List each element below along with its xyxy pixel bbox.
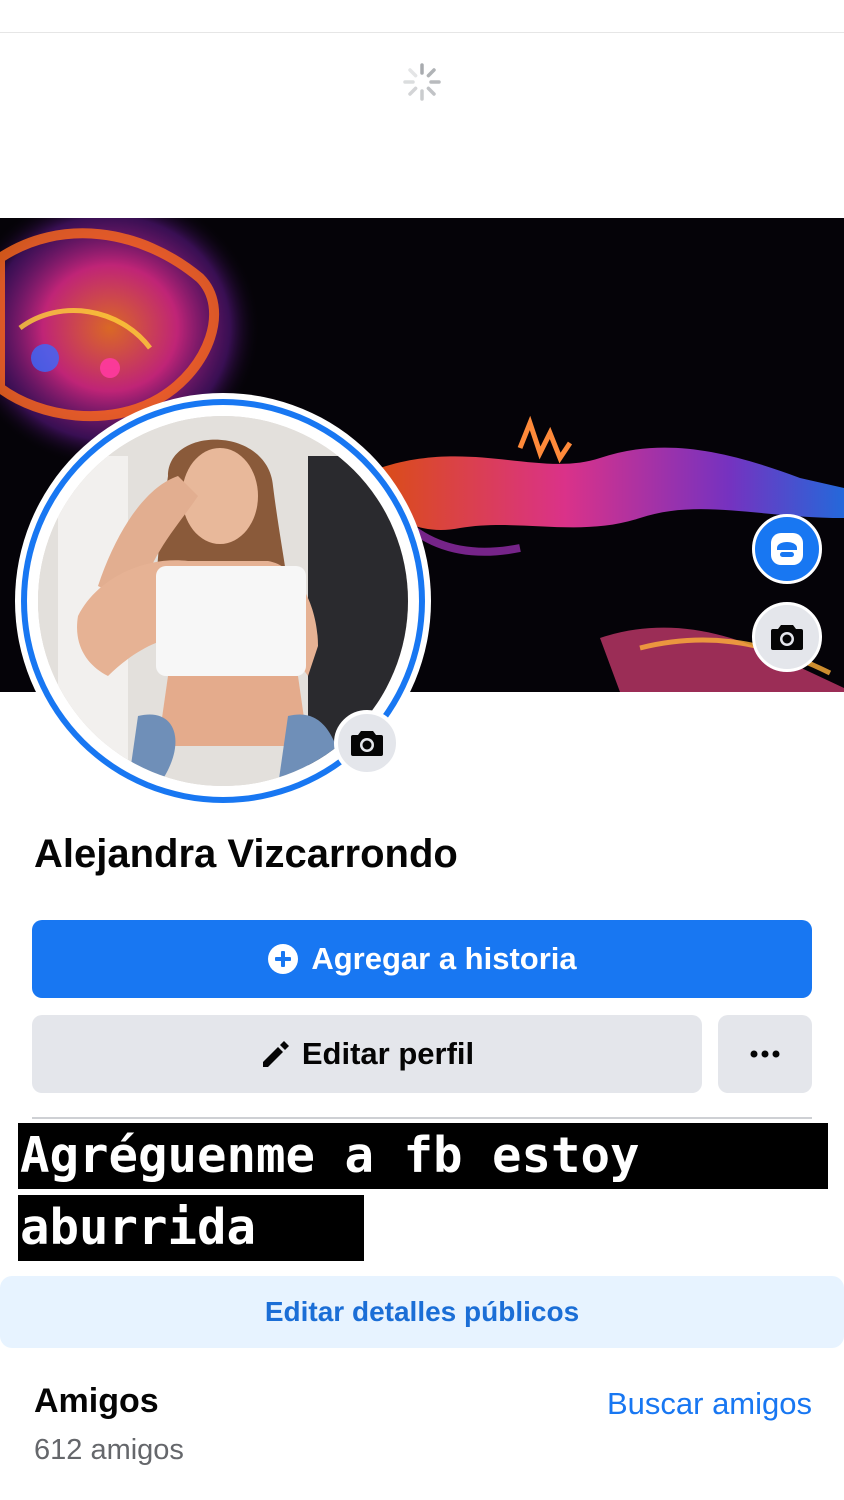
camera-icon (771, 625, 803, 650)
friends-heading: Amigos (34, 1382, 159, 1420)
edit-profile-label: Editar perfil (301, 1036, 475, 1071)
edit-public-details-button[interactable]: Editar detalles públicos (0, 1276, 844, 1348)
more-options-button[interactable] (718, 1015, 812, 1093)
cover-camera-button[interactable] (752, 602, 822, 672)
profile-camera-button[interactable] (334, 710, 400, 776)
add-story-button[interactable]: Agregar a historia (32, 920, 812, 998)
caption-line-1: Agréguenme a fb estoy (18, 1123, 828, 1189)
avatar-icon (771, 533, 803, 565)
friends-count: 612 amigos (34, 1434, 184, 1466)
loading-spinner-icon (403, 63, 441, 101)
section-divider (32, 1117, 812, 1119)
profile-name: Alejandra Vizcarrondo (34, 832, 458, 876)
plus-circle-icon (268, 944, 299, 974)
caption-line-2: aburrida (18, 1195, 364, 1261)
top-bar (0, 0, 844, 33)
more-dots-icon (750, 1050, 780, 1058)
pencil-icon (262, 1041, 289, 1067)
camera-icon (351, 731, 383, 756)
avatar-button[interactable] (752, 514, 822, 584)
edit-profile-button[interactable]: Editar perfil (32, 1015, 702, 1093)
add-story-label: Agregar a historia (311, 941, 577, 976)
find-friends-link[interactable]: Buscar amigos (607, 1386, 812, 1422)
